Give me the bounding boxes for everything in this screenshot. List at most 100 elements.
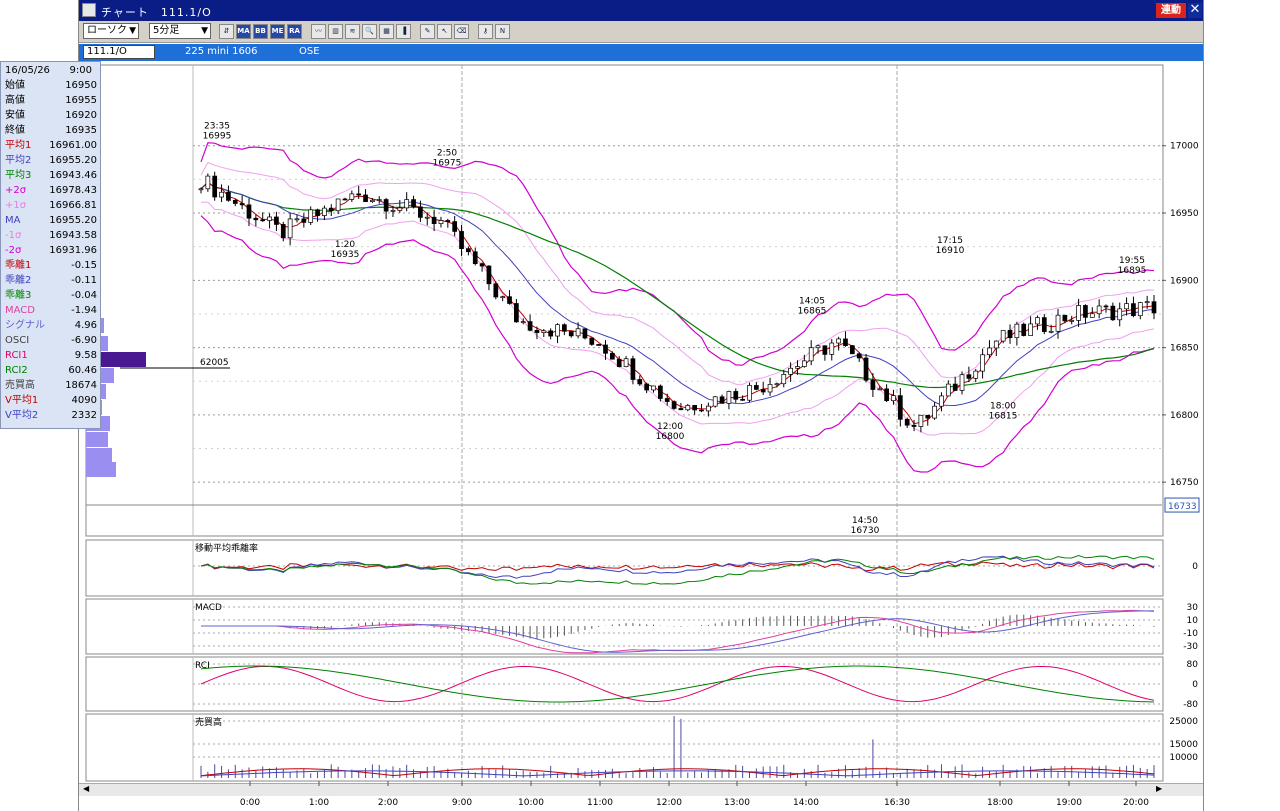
candle-body [514,303,519,323]
candle-body [335,198,341,212]
candle-body [294,218,300,221]
annotation-price: 16730 [851,526,880,536]
info-row-value: 16966.81 [49,200,97,211]
info-row: OSCI -6.90 [1,333,100,348]
info-row-value: 60.46 [68,365,97,376]
info-row: RCI2 60.46 [1,363,100,378]
sub-tick-label: -80 [1183,700,1198,710]
info-row-value: 16955.20 [49,215,97,226]
sub-panel-title: MACD [195,603,222,613]
candle-body [534,329,540,333]
info-row: 乖離2 -0.11 [1,273,100,288]
candle-body [383,199,389,212]
info-row: V平均2 2332 [1,408,100,423]
info-row: 平均3 16943.46 [1,168,100,183]
candle-body [1035,317,1040,325]
sub-panel-title: 売買高 [195,716,222,728]
info-row-value: 18674 [65,380,97,391]
candle-body [562,324,567,332]
info-row: MACD -1.94 [1,303,100,318]
candle-body [959,374,965,391]
annotation-price: 16910 [936,246,965,256]
candle-body [1089,313,1095,318]
info-row-value: -0.11 [71,275,97,286]
info-row: 乖離1 -0.15 [1,258,100,273]
annotation-price: 16865 [798,306,827,316]
info-row: -1σ 16943.58 [1,228,100,243]
candle-body [212,175,218,198]
candle-body [527,321,533,331]
candle-body [493,283,499,298]
annotation-price: 16975 [433,158,462,168]
info-row-label: -1σ [5,230,22,241]
x-tick-label: 19:00 [1056,798,1082,808]
candle-body [459,231,464,249]
candle-body [260,219,266,222]
sub-tick-label: 10 [1187,616,1199,626]
candle-body [856,353,862,359]
info-row: 乖離3 -0.04 [1,288,100,303]
info-row-label: 終値 [5,125,25,136]
info-row-label: V平均1 [5,395,39,406]
candle-body [548,330,554,337]
volume-profile-bar [86,448,112,463]
candle-body [1117,308,1123,321]
info-row-label: 平均2 [5,155,32,166]
sub-tick-label: -30 [1183,642,1198,652]
annotation-price: 16895 [1118,266,1147,276]
x-tick-label: 0:00 [240,798,260,808]
x-tick-label: 12:00 [656,798,682,808]
candle-body [1137,302,1143,317]
candle-body [280,224,286,239]
info-row-value: 16961.00 [49,140,97,151]
candle-body [740,398,745,401]
candle-body [219,191,224,198]
candle-body [891,395,896,402]
candle-body [267,216,272,221]
info-row-label: 売買高 [5,380,35,391]
candle-body [829,342,835,355]
chart-canvas[interactable]: 17000 16950 16900 16850 16800 16750 16733 62005… [0,0,1280,811]
candle-body [315,209,320,216]
candle-body [788,367,793,375]
sub-tick-label: -10 [1183,629,1198,639]
candle-body [1021,323,1027,336]
candle-body [774,383,780,386]
info-row: +1σ 16966.81 [1,198,100,213]
annotation-time: 23:35 [204,121,230,131]
candle-body [952,383,958,391]
candle-body [651,385,656,391]
info-row-label: -2σ [5,245,22,256]
annotation-time: 14:50 [852,516,878,526]
candle-body [1151,301,1157,314]
candle-body [274,216,279,225]
info-row-value: 16950 [65,80,97,91]
sub-tick-label: 0 [1192,562,1198,572]
candle-body [1110,305,1116,321]
candle-body [301,218,307,223]
candle-body [328,207,334,212]
candle-body [589,337,595,345]
candle-body [939,395,944,407]
candle-body [815,345,821,349]
info-row-value: -1.94 [71,305,97,316]
info-row-label: 乖離2 [5,275,32,286]
candle-body [1028,323,1033,336]
annotation-time: 19:55 [1119,256,1145,266]
candle-body [287,218,293,239]
info-row-value: 2332 [71,410,97,421]
candle-body [1096,305,1102,315]
info-row-value: 16943.58 [49,230,97,241]
candle-body [1014,323,1020,339]
volume-profile-label: 62005 [200,358,229,368]
info-row: +2σ 16978.43 [1,183,100,198]
candle-body [877,388,883,391]
candle-body [843,338,848,346]
candle-body [1076,305,1081,321]
candle-body [356,193,362,196]
annotation-time: 1:20 [335,240,355,250]
info-row-label: 高値 [5,95,25,106]
price-tick-label: 16900 [1170,276,1199,286]
candle-body [699,409,704,412]
info-row-value: 16931.96 [49,245,97,256]
